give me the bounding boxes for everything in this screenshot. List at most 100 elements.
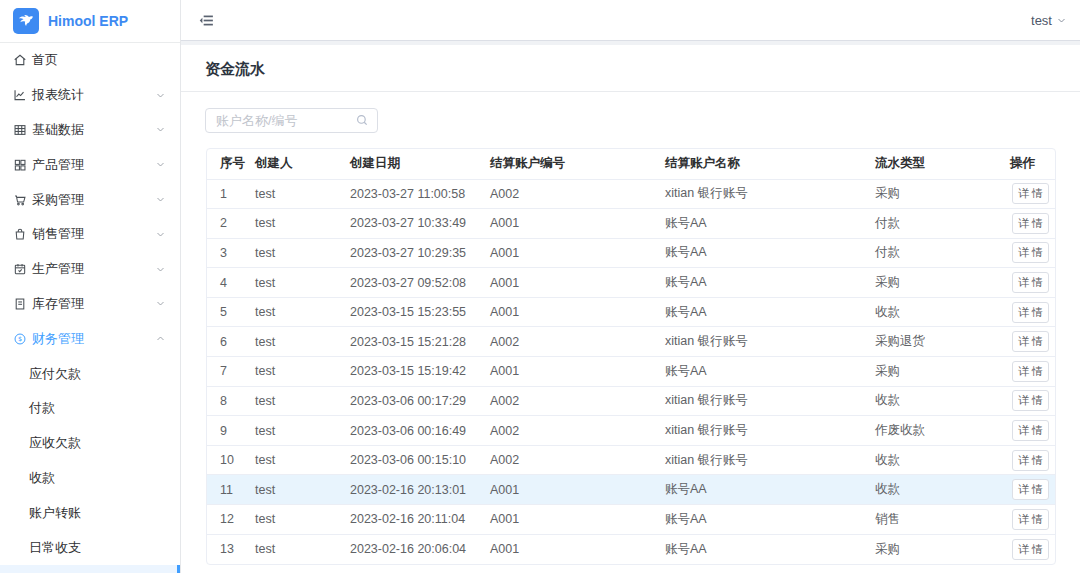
table-cell: 9 <box>207 416 255 446</box>
table-cell: A002 <box>490 327 665 357</box>
sidebar-item-0[interactable]: 首页 <box>0 43 180 78</box>
column-header: 创建日期 <box>350 149 490 179</box>
sidebar-subitem-1[interactable]: 付款 <box>0 391 180 426</box>
sidebar-item-5[interactable]: 销售管理 <box>0 217 180 252</box>
chevron-down-icon <box>1057 16 1066 25</box>
detail-button[interactable]: 详 情 <box>1012 331 1049 352</box>
detail-button[interactable]: 详 情 <box>1012 213 1049 234</box>
chevron-down-icon <box>156 195 165 204</box>
table-cell-actions: 详 情 <box>1010 268 1056 298</box>
sidebar-subitem-5[interactable]: 日常收支 <box>0 530 180 565</box>
chart-icon <box>13 88 27 102</box>
sidebar-active-item-partial[interactable] <box>0 565 181 573</box>
home-icon <box>13 53 27 67</box>
table-cell: 11 <box>207 475 255 505</box>
table-cell: A001 <box>490 209 665 239</box>
detail-button[interactable]: 详 情 <box>1012 539 1049 560</box>
table-cell: test <box>255 268 350 298</box>
table-cell: test <box>255 179 350 209</box>
table-cell-actions: 详 情 <box>1010 238 1056 268</box>
table-cell: 13 <box>207 534 255 564</box>
table-cell: 1 <box>207 179 255 209</box>
table-cell: A001 <box>490 357 665 387</box>
table-cell: test <box>255 357 350 387</box>
content-panel: 资金流水 序号创建人创建日期结算账户编号结算账户名称流水类型操作 1test20… <box>181 45 1080 573</box>
table-cell: 采购 <box>875 357 1010 387</box>
table-cell: 采购 <box>875 179 1010 209</box>
table-cell: 账号AA <box>665 534 875 564</box>
chevron-up-icon <box>156 334 165 343</box>
table-cell: 2023-03-06 00:17:29 <box>350 386 490 416</box>
sidebar-item-label: 财务管理 <box>32 330 156 348</box>
fold-icon[interactable] <box>198 12 215 29</box>
table-cell: 2023-02-16 20:11:04 <box>350 505 490 535</box>
detail-button[interactable]: 详 情 <box>1012 390 1049 411</box>
modules-icon <box>13 158 27 172</box>
app-window: Himool ERP 首页报表统计基础数据产品管理采购管理销售管理生产管理库存管… <box>0 0 1080 573</box>
detail-button[interactable]: 详 情 <box>1012 361 1049 382</box>
column-header: 流水类型 <box>875 149 1010 179</box>
table-cell-actions: 详 情 <box>1010 209 1056 239</box>
table-cell: 销售 <box>875 505 1010 535</box>
search-input[interactable] <box>205 108 378 133</box>
table-cell: 8 <box>207 386 255 416</box>
sidebar: Himool ERP 首页报表统计基础数据产品管理采购管理销售管理生产管理库存管… <box>0 0 181 573</box>
flows-table: 序号创建人创建日期结算账户编号结算账户名称流水类型操作 1test2023-03… <box>206 148 1056 565</box>
table-cell: test <box>255 475 350 505</box>
column-header: 结算账户编号 <box>490 149 665 179</box>
brand-name: Himool ERP <box>48 13 128 29</box>
table-cell: 7 <box>207 357 255 387</box>
sidebar-subitem-4[interactable]: 账户转账 <box>0 495 180 530</box>
detail-button[interactable]: 详 情 <box>1012 302 1049 323</box>
table-cell-actions: 详 情 <box>1010 505 1056 535</box>
table-header-row: 序号创建人创建日期结算账户编号结算账户名称流水类型操作 <box>207 149 1056 179</box>
detail-button[interactable]: 详 情 <box>1012 479 1049 500</box>
detail-button[interactable]: 详 情 <box>1012 183 1049 204</box>
sidebar-item-8[interactable]: $财务管理 <box>0 321 180 356</box>
table-row: 8test2023-03-06 00:17:29A002xitian 银行账号收… <box>207 386 1056 416</box>
sidebar-item-label: 生产管理 <box>32 260 156 278</box>
detail-button[interactable]: 详 情 <box>1012 272 1049 293</box>
sidebar-item-7[interactable]: 库存管理 <box>0 287 180 322</box>
table-cell: 账号AA <box>665 505 875 535</box>
table-cell-actions: 详 情 <box>1010 475 1056 505</box>
search-row <box>181 92 1080 133</box>
search-icon[interactable] <box>355 113 369 127</box>
table-cell: A002 <box>490 386 665 416</box>
sidebar-item-1[interactable]: 报表统计 <box>0 78 180 113</box>
sidebar-item-3[interactable]: 产品管理 <box>0 147 180 182</box>
active-indicator <box>177 565 181 573</box>
table-cell: A001 <box>490 238 665 268</box>
user-dropdown[interactable]: test <box>1031 13 1066 28</box>
table-cell: xitian 银行账号 <box>665 416 875 446</box>
sidebar-item-2[interactable]: 基础数据 <box>0 113 180 148</box>
table-cell: test <box>255 386 350 416</box>
table-cell: test <box>255 327 350 357</box>
sidebar-subitem-3[interactable]: 收款 <box>0 461 180 496</box>
detail-button[interactable]: 详 情 <box>1012 509 1049 530</box>
table-cell: 采购 <box>875 534 1010 564</box>
username: test <box>1031 13 1052 28</box>
table-row: 3test2023-03-27 10:29:35A001账号AA付款详 情 <box>207 238 1056 268</box>
table-cell: 3 <box>207 238 255 268</box>
table-cell: 账号AA <box>665 209 875 239</box>
table-cell: A001 <box>490 505 665 535</box>
table-cell-actions: 详 情 <box>1010 445 1056 475</box>
column-header: 序号 <box>207 149 255 179</box>
chevron-down-icon <box>156 125 165 134</box>
column-header: 操作 <box>1010 149 1056 179</box>
table-cell: 2 <box>207 209 255 239</box>
table-cell-actions: 详 情 <box>1010 179 1056 209</box>
sidebar-item-4[interactable]: 采购管理 <box>0 182 180 217</box>
table-icon <box>13 123 27 137</box>
calendar-icon <box>13 262 27 276</box>
table-cell: A002 <box>490 179 665 209</box>
detail-button[interactable]: 详 情 <box>1012 242 1049 263</box>
sidebar-subitem-0[interactable]: 应付欠款 <box>0 356 180 391</box>
detail-button[interactable]: 详 情 <box>1012 450 1049 471</box>
sidebar-subitem-2[interactable]: 应收欠款 <box>0 426 180 461</box>
detail-button[interactable]: 详 情 <box>1012 420 1049 441</box>
sidebar-item-label: 首页 <box>32 51 165 69</box>
table-row: 9test2023-03-06 00:16:49A002xitian 银行账号作… <box>207 416 1056 446</box>
sidebar-item-6[interactable]: 生产管理 <box>0 252 180 287</box>
